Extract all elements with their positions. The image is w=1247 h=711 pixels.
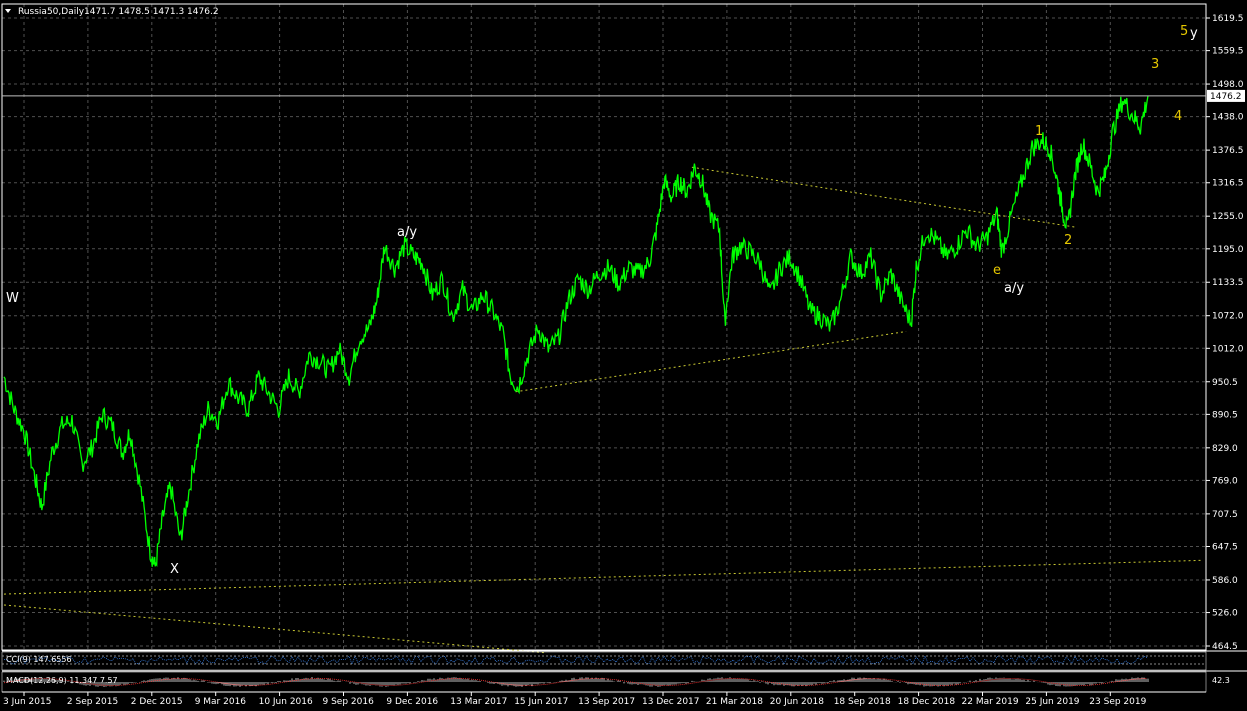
wave-label-11: y bbox=[1190, 26, 1198, 41]
x-tick-label: 9 Dec 2016 bbox=[386, 697, 438, 707]
x-tick-label: 9 Sep 2016 bbox=[323, 697, 375, 707]
y-tick-label: 1133.5 bbox=[1212, 278, 1244, 288]
x-tick-label: 9 Mar 2016 bbox=[195, 697, 247, 707]
macd-right-value: 42.3 bbox=[1212, 676, 1230, 685]
chart-header: Russia50,Daily 1471.7 1478.5 1471.3 1476… bbox=[5, 7, 219, 17]
x-tick-label: 25 Jun 2019 bbox=[1025, 697, 1079, 707]
macd-label: MACD(12,26,9) 11.347 7.57 bbox=[6, 676, 118, 685]
wave-label-3: a/y bbox=[397, 225, 417, 240]
x-tick-label: 15 Jun 2017 bbox=[514, 697, 568, 707]
price-chart[interactable]: 1619.51559.51498.01438.01376.51316.51255… bbox=[0, 0, 1247, 711]
x-tick-label: 13 Mar 2017 bbox=[450, 697, 507, 707]
symbol-label: Russia50,Daily bbox=[18, 7, 85, 17]
x-tick-label: 18 Sep 2018 bbox=[834, 697, 891, 707]
x-tick-label: 23 Sep 2019 bbox=[1089, 697, 1146, 707]
wave-label-10: 5 bbox=[1180, 24, 1188, 39]
x-tick-label: 2 Dec 2015 bbox=[131, 697, 183, 707]
y-tick-label: 1438.0 bbox=[1212, 113, 1244, 123]
x-tick-label: 18 Dec 2018 bbox=[898, 697, 956, 707]
wave-label-1: W bbox=[6, 291, 19, 306]
y-tick-label: 1316.5 bbox=[1212, 179, 1244, 189]
wave-label-9: 4 bbox=[1174, 109, 1182, 124]
y-tick-label: 647.5 bbox=[1212, 542, 1238, 552]
y-tick-label: 1376.5 bbox=[1212, 146, 1244, 156]
y-tick-label: 526.0 bbox=[1212, 609, 1238, 619]
x-tick-label: 2 Sep 2015 bbox=[67, 697, 118, 707]
y-tick-label: 890.5 bbox=[1212, 410, 1238, 420]
y-tick-label: 1012.0 bbox=[1212, 344, 1244, 354]
y-tick-label: 586.0 bbox=[1212, 576, 1238, 586]
wave-label-5: a/y bbox=[1004, 281, 1024, 296]
wave-label-8: 3 bbox=[1151, 57, 1159, 72]
chart-background bbox=[0, 0, 1247, 711]
wave-label-4: e bbox=[993, 263, 1001, 278]
x-tick-label: 13 Sep 2017 bbox=[578, 697, 635, 707]
y-tick-label: 707.5 bbox=[1212, 510, 1238, 520]
y-tick-label: 1619.5 bbox=[1212, 14, 1244, 24]
wave-label-7: 2 bbox=[1064, 233, 1072, 248]
x-tick-label: 22 Mar 2019 bbox=[962, 697, 1019, 707]
ohlc-values: 1471.7 1478.5 1471.3 1476.2 bbox=[84, 7, 219, 17]
x-tick-label: 20 Jun 2018 bbox=[770, 697, 824, 707]
wave-label-6: 1 bbox=[1035, 124, 1043, 139]
x-tick-label: 3 Jun 2015 bbox=[3, 697, 51, 707]
y-tick-label: 769.0 bbox=[1212, 476, 1238, 486]
current-price-label: 1476.2 bbox=[1210, 92, 1242, 102]
y-tick-label: 1072.0 bbox=[1212, 312, 1244, 322]
y-tick-label: 829.0 bbox=[1212, 444, 1238, 454]
y-tick-label: 1498.0 bbox=[1212, 80, 1244, 90]
wave-label-2: X bbox=[170, 562, 179, 577]
x-tick-label: 10 Jun 2016 bbox=[259, 697, 313, 707]
y-tick-label: 950.5 bbox=[1212, 378, 1238, 388]
y-tick-label: 1255.0 bbox=[1212, 212, 1244, 222]
y-tick-label: 1559.5 bbox=[1212, 47, 1244, 57]
cci-label: CCI(9) 147.6556 bbox=[6, 655, 72, 664]
x-tick-label: 21 Mar 2018 bbox=[706, 697, 763, 707]
y-tick-label: 1195.0 bbox=[1212, 245, 1244, 255]
x-tick-label: 13 Dec 2017 bbox=[642, 697, 700, 707]
